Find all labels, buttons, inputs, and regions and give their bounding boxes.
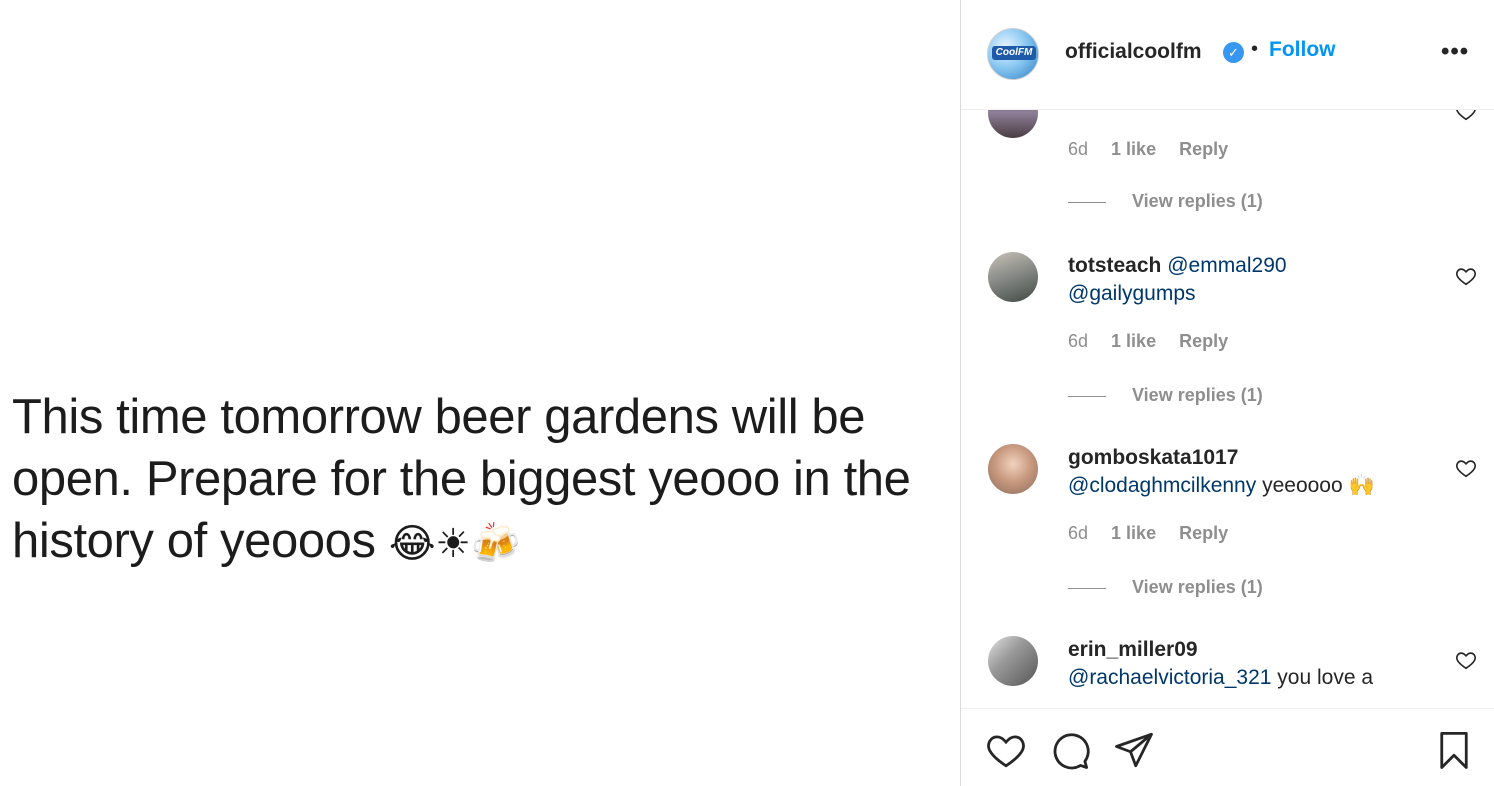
comment-text: gomboskata1017 @clodaghmcilkenny yeeoooo… (1068, 444, 1448, 500)
image-text-line-2: open. Prepare for the biggest yeooo in t… (12, 452, 911, 506)
post-image: This time tomorrow beer gardens will be … (0, 0, 960, 786)
replies-line (1068, 587, 1106, 589)
image-text-line-3-wrap: history of yeooos 😂☀🍻 (12, 510, 952, 575)
more-options-icon[interactable]: ••• (1441, 38, 1469, 66)
view-replies-button[interactable]: View replies (1) (1068, 577, 1263, 598)
view-replies-label: View replies (1) (1132, 577, 1263, 597)
comment-mention[interactable]: @rachaelvictoria_321 (1068, 666, 1271, 689)
reply-button[interactable]: Reply (1179, 523, 1228, 543)
view-replies-label: View replies (1) (1132, 385, 1263, 405)
view-replies-button[interactable]: View replies (1) (1068, 385, 1263, 406)
bookmark-icon[interactable] (1433, 729, 1475, 771)
image-text-line-1: This time tomorrow beer gardens will be (12, 390, 866, 444)
comment-likes[interactable]: 1 like (1111, 523, 1156, 543)
heart-icon[interactable] (1455, 457, 1477, 479)
commenter-avatar[interactable] (988, 252, 1038, 302)
comment-username[interactable]: erin_miller09 (1068, 638, 1198, 661)
comment-username[interactable]: gomboskata1017 (1068, 446, 1238, 469)
view-replies-label: View replies (1) (1132, 191, 1263, 211)
comment-meta: 6d 1 like Reply (1068, 523, 1246, 544)
post-header: CoolFM officialcoolfm ✓ • Follow ••• (961, 0, 1494, 110)
comment-icon[interactable] (1049, 729, 1091, 771)
heart-icon[interactable] (1455, 649, 1477, 671)
coolfm-logo: CoolFM (992, 46, 1036, 60)
comment-age: 6d (1068, 331, 1089, 351)
separator-dot: • (1251, 38, 1259, 60)
comment-text: erin_miller09 @rachaelvictoria_321 you l… (1068, 636, 1448, 692)
reply-button[interactable]: Reply (1179, 331, 1228, 351)
comment-mention[interactable]: @gailygumps (1068, 282, 1196, 305)
account-username[interactable]: officialcoolfm (1065, 40, 1202, 64)
comment-mention[interactable]: @emmal290 (1167, 254, 1286, 277)
account-avatar[interactable]: CoolFM (987, 28, 1039, 80)
verified-badge-icon: ✓ (1223, 42, 1244, 63)
image-text-line-3: history of yeooos (12, 514, 376, 568)
commenter-avatar[interactable] (988, 444, 1038, 494)
comment-likes[interactable]: 1 like (1111, 139, 1156, 159)
heart-icon[interactable] (1455, 265, 1477, 287)
comment-age: 6d (1068, 523, 1089, 543)
comment-meta: 6d 1 like Reply (1068, 331, 1246, 352)
commenter-avatar[interactable] (988, 636, 1038, 686)
comment-text: totsteach @emmal290 @gailygumps (1068, 252, 1428, 308)
comment-meta: 6d 1 like Reply (1068, 139, 1246, 160)
reply-button[interactable]: Reply (1179, 139, 1228, 159)
comment-body: you love a (1277, 666, 1374, 689)
replies-line (1068, 395, 1106, 397)
comment-mention[interactable]: @clodaghmcilkenny (1068, 474, 1256, 497)
post-side-panel: 6d 1 like Reply View replies (1) totstea… (961, 0, 1494, 786)
action-bar (961, 708, 1494, 786)
post-image-caption: This time tomorrow beer gardens will be … (12, 386, 952, 575)
comment-likes[interactable]: 1 like (1111, 331, 1156, 351)
follow-button[interactable]: Follow (1269, 38, 1336, 62)
heart-icon[interactable] (985, 729, 1027, 771)
replies-line (1068, 201, 1106, 203)
comment-age: 6d (1068, 139, 1089, 159)
comment-username[interactable]: totsteach (1068, 254, 1161, 277)
comment-body: yeeoooo 🙌 (1262, 474, 1375, 497)
image-emojis: 😂☀🍻 (388, 521, 521, 567)
view-replies-button[interactable]: View replies (1) (1068, 191, 1263, 212)
share-icon[interactable] (1113, 729, 1155, 771)
